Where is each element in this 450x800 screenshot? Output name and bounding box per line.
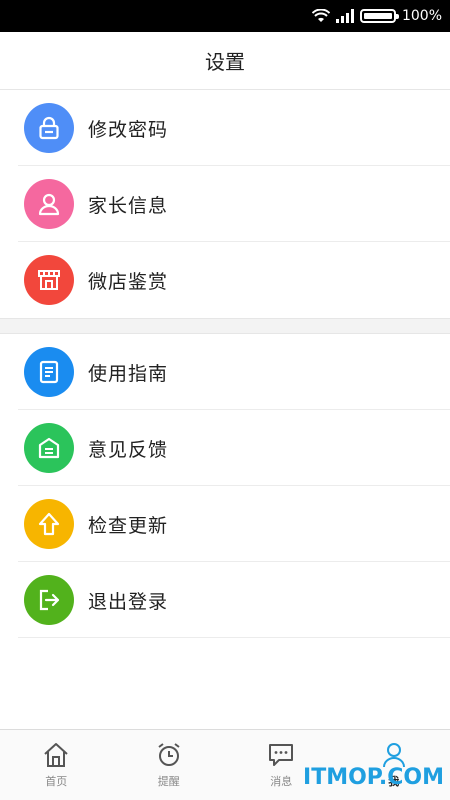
alarm-clock-icon — [158, 743, 180, 766]
group-divider — [0, 318, 450, 334]
chat-icon — [269, 744, 294, 766]
menu-item-parent-info[interactable]: 家长信息 — [0, 166, 450, 242]
menu-label: 检查更新 — [88, 514, 169, 537]
menu-label: 微店鉴赏 — [88, 270, 169, 293]
signal-icon — [335, 9, 354, 23]
nav-label: 消息 — [270, 775, 293, 788]
page-title: 设置 — [0, 32, 450, 90]
home-icon — [44, 743, 68, 767]
battery-icon — [359, 9, 399, 23]
lock-icon — [24, 103, 74, 153]
menu-item-check-update[interactable]: 检查更新 — [0, 486, 450, 562]
menu-label: 退出登录 — [88, 590, 169, 613]
nav-tab-reminder[interactable]: 提醒 — [113, 730, 226, 800]
menu-label: 家长信息 — [88, 194, 169, 217]
logout-icon — [24, 575, 74, 625]
user-icon — [24, 179, 74, 229]
menu-item-micro-store[interactable]: 微店鉴赏 — [0, 242, 450, 318]
settings-group-general: 使用指南 意见反馈 检查更新 退出登录 — [0, 334, 450, 638]
menu-label: 修改密码 — [88, 118, 169, 141]
nav-label: 提醒 — [157, 775, 180, 788]
menu-item-logout[interactable]: 退出登录 — [0, 562, 450, 638]
status-bar: 100% — [0, 0, 450, 32]
settings-group-account: 修改密码 家长信息 微店鉴赏 — [0, 90, 450, 318]
menu-item-feedback[interactable]: 意见反馈 — [0, 410, 450, 486]
menu-item-user-guide[interactable]: 使用指南 — [0, 334, 450, 410]
nav-tab-home[interactable]: 首页 — [0, 730, 113, 800]
wifi-icon — [311, 9, 330, 22]
watermark: ITMOP.COM — [303, 765, 444, 790]
arrow-up-icon — [24, 499, 74, 549]
menu-label: 意见反馈 — [88, 438, 169, 461]
store-icon — [24, 255, 74, 305]
nav-label: 首页 — [45, 775, 68, 788]
document-icon — [24, 347, 74, 397]
menu-item-change-password[interactable]: 修改密码 — [0, 90, 450, 166]
menu-label: 使用指南 — [88, 362, 169, 385]
battery-percentage: 100% — [401, 8, 442, 24]
feedback-icon — [24, 423, 74, 473]
